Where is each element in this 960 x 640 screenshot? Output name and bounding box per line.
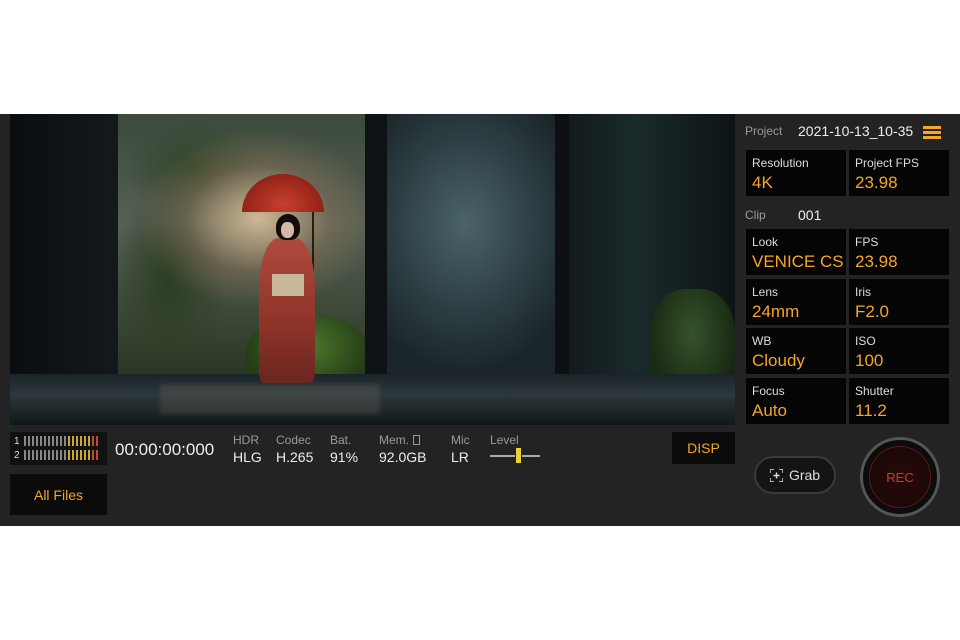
memory-value: 92.0GB — [379, 449, 427, 465]
clip-label: Clip — [745, 208, 766, 222]
setting-resolution[interactable]: Resolution 4K — [746, 150, 846, 196]
hdr-label: HDR — [233, 433, 259, 447]
setting-iris[interactable]: Iris F2.0 — [849, 279, 949, 325]
sd-card-icon — [413, 435, 420, 445]
grab-frame-icon — [769, 469, 783, 482]
preview-door-frame — [555, 114, 569, 389]
camera-app: 1 2 00:00:00:000 HDR HLG Codec H.265 Bat… — [0, 114, 960, 526]
setting-value: 11.2 — [855, 401, 887, 420]
setting-value: 23.98 — [855, 252, 898, 271]
viewfinder-preview[interactable] — [10, 114, 735, 425]
setting-label: Shutter — [855, 384, 894, 398]
battery-status: Bat. 91% — [330, 433, 358, 465]
meter-ticks — [24, 436, 98, 446]
hdr-value: HLG — [233, 449, 262, 465]
clip-value: 001 — [798, 207, 822, 223]
memory-label-wrap: Mem. — [379, 433, 426, 447]
setting-project-fps[interactable]: Project FPS 23.98 — [849, 150, 949, 196]
setting-label: Project FPS — [855, 156, 920, 170]
setting-value: 4K — [752, 173, 773, 192]
project-value: 2021-10-13_10-35 — [798, 123, 914, 139]
setting-value: 24mm — [752, 302, 800, 321]
setting-label: Look — [752, 235, 779, 249]
audio-channel-1: 1 — [14, 435, 98, 447]
channel-label: 1 — [14, 435, 20, 447]
mic-label: Mic — [451, 433, 470, 447]
setting-label: FPS — [855, 235, 879, 249]
channel-label: 2 — [14, 449, 20, 461]
setting-value: Auto — [752, 401, 787, 420]
figure-kimono — [259, 238, 315, 383]
grab-button[interactable]: Grab — [754, 456, 836, 494]
setting-label: Iris — [855, 285, 871, 299]
setting-label: ISO — [855, 334, 876, 348]
setting-value: Cloudy — [752, 351, 805, 370]
setting-shutter[interactable]: Shutter 11.2 — [849, 378, 949, 424]
mic-status: Mic LR — [451, 433, 470, 465]
grab-label: Grab — [788, 467, 821, 483]
setting-iso[interactable]: ISO 100 — [849, 328, 949, 374]
setting-lens[interactable]: Lens 24mm — [746, 279, 846, 325]
battery-value: 91% — [330, 449, 359, 465]
figure-face — [281, 222, 294, 238]
timecode: 00:00:00:000 — [115, 440, 215, 459]
setting-value: VENICE CS — [752, 252, 844, 271]
level-slider-knob[interactable] — [515, 448, 522, 463]
hamburger-menu-icon[interactable] — [923, 126, 941, 139]
setting-value: 23.98 — [855, 173, 898, 192]
preview-doorway — [387, 114, 562, 389]
memory-label: Mem. — [379, 433, 409, 447]
figure-obi — [272, 274, 304, 296]
all-files-button[interactable]: All Files — [10, 474, 107, 515]
setting-label: Resolution — [752, 156, 809, 170]
memory-status: Mem. 92.0GB — [379, 433, 426, 465]
setting-wb[interactable]: WB Cloudy — [746, 328, 846, 374]
preview-pillar — [365, 114, 387, 389]
battery-label: Bat. — [330, 433, 352, 447]
audio-level-meter: 1 2 — [10, 432, 107, 465]
setting-label: Focus — [752, 384, 785, 398]
codec-value: H.265 — [276, 449, 314, 465]
level-status[interactable]: Level — [490, 433, 542, 465]
setting-label: Lens — [752, 285, 779, 299]
disp-button[interactable]: DISP — [672, 432, 735, 464]
project-label: Project — [745, 124, 783, 138]
setting-focus[interactable]: Focus Auto — [746, 378, 846, 424]
rec-button[interactable]: REC — [869, 446, 931, 508]
setting-label: WB — [752, 334, 772, 348]
mic-value: LR — [451, 449, 469, 465]
meter-ticks — [24, 450, 98, 460]
setting-fps[interactable]: FPS 23.98 — [849, 229, 949, 275]
setting-look[interactable]: Look VENICE CS — [746, 229, 846, 275]
codec-label: Codec — [276, 433, 311, 447]
audio-channel-2: 2 — [14, 449, 98, 461]
setting-value: 100 — [855, 351, 884, 370]
setting-value: F2.0 — [855, 302, 890, 321]
codec-status: Codec H.265 — [276, 433, 313, 465]
preview-reflection — [160, 384, 380, 414]
hdr-status: HDR HLG — [233, 433, 262, 465]
level-label: Level — [490, 433, 519, 447]
